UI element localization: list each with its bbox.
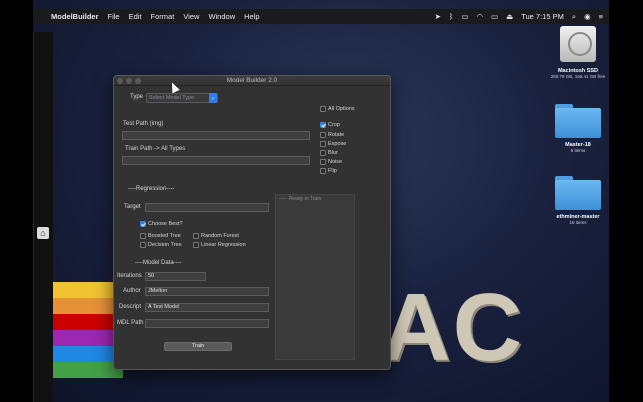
hard-drive-icon [560, 26, 596, 62]
menu-view[interactable]: View [183, 12, 199, 21]
tag-icon[interactable]: ⌂ [37, 227, 49, 239]
option-blur-label: Blur [328, 150, 338, 156]
bluetooth-icon[interactable]: ᛒ [449, 12, 454, 21]
descript-field[interactable]: A Test Model [145, 303, 269, 312]
list-icon[interactable]: ≡ [599, 12, 603, 21]
random-forest-checkbox[interactable]: Random Forest [193, 233, 239, 239]
control-center-icon[interactable]: ◉ [584, 12, 591, 21]
drive-sub: 250.79 GB, 165.41 GB free [550, 74, 606, 79]
wifi-icon[interactable]: ◠ [476, 12, 483, 21]
iterations-label: Iterations [117, 273, 142, 279]
author-field[interactable]: JMelton [145, 287, 269, 296]
mdl-path-field[interactable] [145, 319, 269, 328]
window-title: Model Builder 2.0 [226, 77, 278, 84]
screen-left-edge [0, 0, 33, 402]
chevron-down-icon: ⌄ [209, 93, 217, 103]
random-forest-label: Random Forest [201, 233, 239, 239]
iterations-field[interactable]: 50 [145, 272, 206, 281]
menu-help[interactable]: Help [244, 12, 259, 21]
menu-app-name[interactable]: ModelBuilder [51, 12, 99, 21]
search-icon[interactable]: ⌕ [572, 12, 576, 22]
target-label: Target [124, 204, 141, 210]
folder-sub: 16 items [569, 220, 587, 225]
folder-icon [555, 104, 601, 138]
desktop-icon-drive[interactable]: Macintosh SSD 250.79 GB, 165.41 GB free [549, 26, 607, 79]
choose-best-checkbox[interactable]: Choose Best? [140, 221, 183, 227]
airplay-icon[interactable]: ▭ [491, 12, 498, 21]
menu-format[interactable]: Format [151, 12, 175, 21]
train-path-label: Train Path -> All Types [125, 146, 186, 152]
model-type-value: Select Model Type [149, 95, 195, 101]
decision-tree-label: Decision Tree [148, 242, 182, 248]
folder-sub: 5 items [570, 148, 586, 153]
option-expose[interactable]: Expose [320, 141, 346, 147]
linear-regression-label: Linear Regression [201, 242, 246, 248]
test-path-label: Test Path (img) [123, 121, 164, 127]
option-rotate-label: Rotate [328, 132, 345, 138]
type-label: Type [130, 94, 144, 100]
option-flip-label: Flip [328, 168, 337, 174]
ready-text: ----- Ready to Train [279, 196, 322, 202]
all-options-checkbox[interactable]: All Options [320, 106, 355, 112]
menu-file[interactable]: File [108, 12, 120, 21]
option-expose-label: Expose [328, 141, 347, 147]
train-button[interactable]: Train [164, 342, 232, 351]
option-rotate[interactable]: Rotate [320, 132, 344, 138]
option-crop-label: Crop [328, 122, 340, 128]
location-icon[interactable]: ➤ [435, 12, 441, 21]
option-blur[interactable]: Blur [320, 150, 338, 156]
decision-tree-checkbox[interactable]: Decision Tree [140, 242, 182, 248]
menu-edit[interactable]: Edit [129, 12, 142, 21]
status-area: ➤ ᛒ ▭ ◠ ▭ ⏏ Tue 7:15 PM ⌕ ◉ ≡ [435, 9, 603, 24]
target-field[interactable] [145, 203, 269, 212]
menu-bar: ModelBuilder File Edit Format View Windo… [33, 9, 609, 24]
linear-regression-checkbox[interactable]: Linear Regression [193, 242, 246, 248]
boosted-tree-checkbox[interactable]: Boosted Tree [140, 233, 181, 239]
boosted-tree-label: Boosted Tree [148, 233, 181, 239]
menu-window[interactable]: Window [208, 12, 235, 21]
option-crop[interactable]: Crop [320, 122, 340, 128]
mdl-path-label: MDL Path [117, 320, 144, 326]
menu-clock[interactable]: Tue 7:15 PM [521, 12, 564, 21]
model-data-header: ----Model Data---- [135, 260, 182, 266]
option-noise[interactable]: Noise [320, 159, 342, 165]
descript-label: Descript [119, 304, 142, 310]
test-path-field[interactable] [122, 131, 310, 140]
option-flip[interactable]: Flip [320, 168, 337, 174]
desktop-icon-folder-ethminer[interactable]: ethminer-master 16 items [549, 176, 607, 225]
regression-header: ----Regression---- [128, 186, 175, 192]
folder-icon [555, 176, 601, 210]
train-path-field[interactable] [122, 156, 310, 165]
window-titlebar[interactable]: Model Builder 2.0 [114, 76, 390, 86]
model-type-select[interactable]: Select Model Type ⌄ [146, 93, 218, 103]
left-side-panel [33, 32, 53, 402]
all-options-label: All Options [328, 106, 355, 112]
choose-best-label: Choose Best? [148, 221, 183, 227]
desktop-icon-folder-master[interactable]: Master-18 5 items [549, 104, 607, 153]
eject-icon[interactable]: ⏏ [506, 12, 513, 21]
author-label: Author [123, 288, 141, 294]
battery-icon[interactable]: ▭ [461, 12, 468, 21]
option-noise-label: Noise [328, 159, 343, 165]
status-panel: ----- Ready to Train [275, 194, 355, 360]
